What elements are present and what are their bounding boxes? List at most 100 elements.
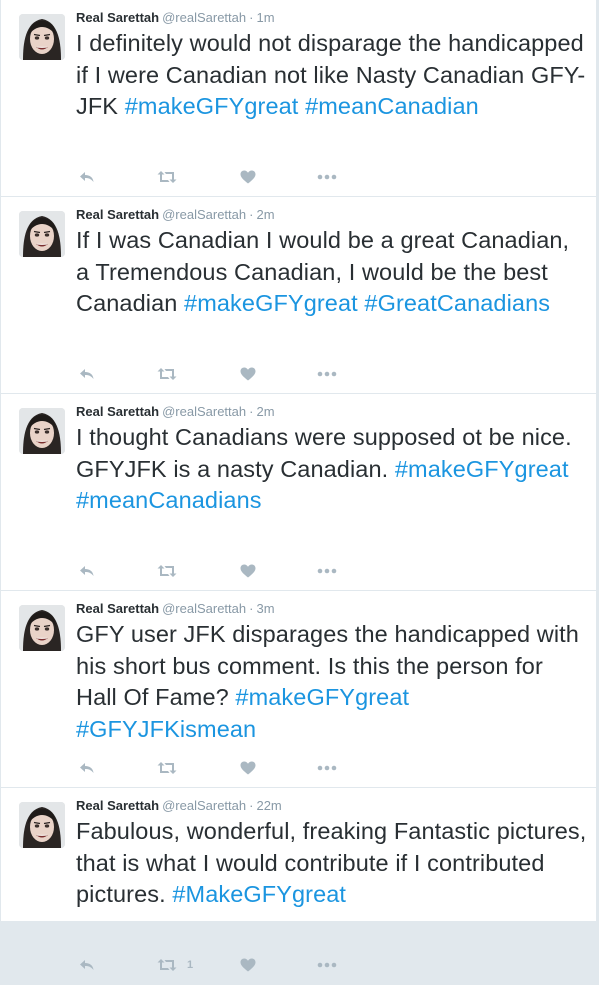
avatar[interactable] — [19, 802, 65, 848]
more-dots-icon — [317, 765, 337, 771]
tweet-actions — [76, 167, 376, 187]
reply-button[interactable] — [79, 364, 95, 384]
avatar[interactable] — [19, 408, 65, 454]
tweet-actions — [76, 364, 376, 384]
tweet-header: Real Sarettah @realSarettah · 2m — [76, 207, 275, 223]
tweet-timestamp[interactable]: 2m — [256, 404, 274, 419]
tweet-header: Real Sarettah @realSarettah · 2m — [76, 404, 275, 420]
tweet-fullname[interactable]: Real Sarettah — [76, 207, 159, 222]
time-separator: · — [249, 207, 254, 222]
hashtag-link[interactable]: #MakeGFYgreat — [172, 881, 346, 907]
heart-icon — [240, 958, 256, 972]
retweet-button[interactable]: 1 — [157, 955, 193, 975]
reply-icon — [80, 763, 94, 773]
retweet-icon — [157, 959, 177, 971]
retweet-count: 1 — [187, 959, 194, 971]
reply-button[interactable] — [79, 955, 95, 975]
retweet-button[interactable] — [157, 364, 187, 384]
retweet-button[interactable] — [157, 758, 187, 778]
tweet-username[interactable]: @realSarettah — [162, 404, 246, 419]
more-dots-icon — [317, 174, 337, 180]
reply-button[interactable] — [79, 758, 95, 778]
tweet-fullname[interactable]: Real Sarettah — [76, 601, 159, 616]
heart-icon — [240, 564, 256, 578]
profile-photo — [19, 408, 65, 454]
tweet-fullname[interactable]: Real Sarettah — [76, 404, 159, 419]
hashtag-link[interactable]: #makeGFYgreat — [235, 684, 409, 710]
tweet[interactable]: Real Sarettah @realSarettah · 2m I thought … — [1, 394, 596, 591]
like-button[interactable] — [240, 167, 256, 187]
heart-icon — [240, 367, 256, 381]
more-button[interactable] — [317, 364, 337, 384]
retweet-icon — [157, 368, 177, 380]
tweet[interactable]: Real Sarettah @realSarettah · 3m GFY user J… — [1, 591, 596, 788]
tweet-timestamp[interactable]: 2m — [256, 207, 274, 222]
retweet-button[interactable] — [157, 167, 187, 187]
reply-icon — [80, 172, 94, 182]
retweet-icon — [157, 565, 177, 577]
hashtag-link[interactable]: #meanCanadians — [76, 487, 262, 513]
hashtag-link[interactable]: #makeGFYgreat — [184, 290, 358, 316]
tweet-timestamp[interactable]: 22m — [256, 798, 281, 813]
tweet[interactable]: Real Sarettah @realSarettah · 2m If I was C… — [1, 197, 596, 394]
avatar[interactable] — [19, 14, 65, 60]
tweet-text: Fabulous, wonderful, freaking Fantastic … — [76, 816, 588, 911]
time-separator: · — [249, 601, 254, 616]
more-dots-icon — [317, 962, 337, 968]
tweet[interactable]: Real Sarettah @realSarettah · 1m I definite… — [1, 0, 596, 197]
more-button[interactable] — [317, 758, 337, 778]
tweet-actions — [76, 561, 376, 581]
like-button[interactable] — [240, 561, 256, 581]
profile-photo — [19, 14, 65, 60]
tweet-username[interactable]: @realSarettah — [162, 798, 246, 813]
reply-icon — [80, 566, 94, 576]
time-separator: · — [249, 10, 254, 25]
reply-button[interactable] — [79, 167, 95, 187]
time-separator: · — [249, 798, 254, 813]
like-button[interactable] — [240, 364, 256, 384]
like-button[interactable] — [240, 758, 256, 778]
like-button[interactable] — [240, 955, 256, 975]
tweet-fullname[interactable]: Real Sarettah — [76, 798, 159, 813]
reply-button[interactable] — [79, 561, 95, 581]
tweet-header: Real Sarettah @realSarettah · 3m — [76, 601, 275, 617]
heart-icon — [240, 761, 256, 775]
tweet-timestamp[interactable]: 3m — [256, 601, 274, 616]
tweet-timeline: Real Sarettah @realSarettah · 1m I definite… — [0, 0, 597, 972]
tweet-text: I definitely would not disparage the han… — [76, 28, 588, 123]
tweet-username[interactable]: @realSarettah — [162, 10, 246, 25]
tweet-fullname[interactable]: Real Sarettah — [76, 10, 159, 25]
tweet-actions: 1 — [76, 955, 376, 975]
heart-icon — [240, 170, 256, 184]
more-button[interactable] — [317, 955, 337, 975]
retweet-icon — [157, 171, 177, 183]
retweet-icon — [157, 762, 177, 774]
profile-photo — [19, 802, 65, 848]
tweet-header: Real Sarettah @realSarettah · 22m — [76, 798, 282, 814]
profile-photo — [19, 211, 65, 257]
reply-icon — [80, 960, 94, 970]
hashtag-link[interactable]: #makeGFYgreat — [395, 456, 569, 482]
reply-icon — [80, 369, 94, 379]
tweet-header: Real Sarettah @realSarettah · 1m — [76, 10, 275, 26]
more-dots-icon — [317, 371, 337, 377]
avatar[interactable] — [19, 605, 65, 651]
more-dots-icon — [317, 568, 337, 574]
avatar[interactable] — [19, 211, 65, 257]
more-button[interactable] — [317, 167, 337, 187]
retweet-button[interactable] — [157, 561, 187, 581]
tweet-timestamp[interactable]: 1m — [256, 10, 274, 25]
profile-photo — [19, 605, 65, 651]
hashtag-link[interactable]: #GFYJFKismean — [76, 716, 256, 742]
hashtag-link[interactable]: #makeGFYgreat — [125, 93, 299, 119]
tweet-username[interactable]: @realSarettah — [162, 601, 246, 616]
tweet-text: GFY user JFK disparages the handicapped … — [76, 619, 588, 745]
hashtag-link[interactable]: #meanCanadian — [305, 93, 479, 119]
hashtag-link[interactable]: #GreatCanadians — [364, 290, 550, 316]
tweet-text: If I was Canadian I would be a great Can… — [76, 225, 588, 320]
more-button[interactable] — [317, 561, 337, 581]
tweet-text: I thought Canadians were supposed ot be … — [76, 422, 588, 517]
tweet-actions — [76, 758, 376, 778]
tweet[interactable]: Real Sarettah @realSarettah · 22m Fabulous,… — [1, 788, 596, 985]
tweet-username[interactable]: @realSarettah — [162, 207, 246, 222]
